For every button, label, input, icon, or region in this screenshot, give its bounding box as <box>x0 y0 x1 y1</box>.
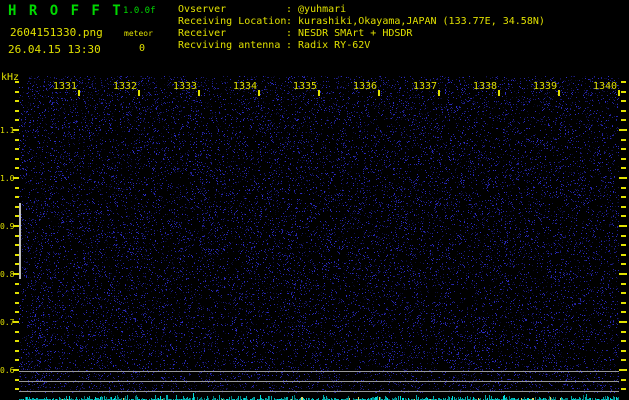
freq-minor-tick-right <box>621 263 626 265</box>
freq-minor-tick-right <box>621 388 626 390</box>
freq-minor-tick-right <box>621 340 626 342</box>
freq-tick-label: 0.6 <box>0 366 15 375</box>
freq-major-tick-right <box>619 273 627 275</box>
info-label: Receiving Location <box>178 16 287 27</box>
freq-minor-tick-right <box>621 158 626 160</box>
freq-major-tick-right <box>619 129 627 131</box>
counting-band-marker <box>19 203 21 279</box>
app-version: 1.0.0f <box>123 6 156 16</box>
output-filename: 2604151330.png <box>10 26 103 39</box>
freq-tick-label: 0.7 <box>0 318 15 327</box>
info-label: Receiver <box>178 28 227 39</box>
freq-major-tick-right <box>619 225 627 227</box>
info-value: : NESDR SMArt + HDSDR <box>286 28 413 39</box>
freq-minor-tick-right <box>621 196 626 198</box>
meteor-counter-label: meteor <box>124 29 153 38</box>
freq-minor-tick-right <box>621 359 626 361</box>
freq-minor-tick-right <box>621 100 626 102</box>
info-value: : @yuhmari <box>286 4 347 15</box>
freq-minor-tick-right <box>621 119 626 121</box>
info-row-2: Receiver : NESDR SMArt + HDSDR <box>178 28 545 40</box>
freq-minor-tick-right <box>621 148 626 150</box>
freq-minor-tick-right <box>621 350 626 352</box>
freq-minor-tick-right <box>621 110 626 112</box>
reference-line-3 <box>19 391 619 392</box>
info-label: Recviving antenna <box>178 40 281 51</box>
info-row-1: Receiving Location: kurashiki,Okayama,JA… <box>178 16 545 28</box>
spectrogram-canvas <box>19 76 619 400</box>
app-title: H R O F F T <box>8 3 123 19</box>
info-row-0: Ovserver : @yuhmari <box>178 4 545 16</box>
freq-minor-tick-right <box>621 283 626 285</box>
info-value: : Radix RY-62V <box>286 40 371 51</box>
freq-minor-tick-right <box>621 81 626 83</box>
info-value: : kurashiki,Okayama,JAPAN (133.77E, 34.5… <box>286 16 545 27</box>
info-row-3: Recviving antenna : Radix RY-62V <box>178 40 545 52</box>
observation-datetime: 26.04.15 13:30 <box>8 43 101 56</box>
freq-minor-tick-right <box>621 235 626 237</box>
frequency-unit-label: kHz <box>1 72 20 83</box>
freq-minor-tick-right <box>621 206 626 208</box>
freq-minor-tick-right <box>621 244 626 246</box>
freq-tick-label: 1.0 <box>0 174 15 183</box>
freq-tick-label: 1.1 <box>0 126 15 135</box>
freq-minor-tick-right <box>621 167 626 169</box>
freq-minor-tick-right <box>621 292 626 294</box>
hrofft-output-screen: H R O F F T 1.0.0f 2604151330.png meteor… <box>0 0 629 400</box>
reference-line-2 <box>19 381 619 382</box>
freq-minor-tick-right <box>621 331 626 333</box>
freq-tick-label: 0.9 <box>0 222 15 231</box>
observer-info-block: Ovserver : @yuhmari Receiving Location: ku… <box>178 4 545 52</box>
freq-minor-tick-right <box>621 187 626 189</box>
freq-minor-tick-right <box>621 215 626 217</box>
reference-line-1 <box>19 371 619 372</box>
freq-tick-label: 0.8 <box>0 270 15 279</box>
freq-minor-tick-right <box>621 379 626 381</box>
freq-minor-tick-right <box>621 91 626 93</box>
freq-major-tick-right <box>619 369 627 371</box>
freq-minor-tick-right <box>621 311 626 313</box>
freq-major-tick-right <box>619 177 627 179</box>
meteor-counter-value: 0 <box>139 43 146 54</box>
freq-minor-tick-right <box>621 302 626 304</box>
freq-minor-tick-right <box>621 254 626 256</box>
info-label: Ovserver <box>178 4 227 15</box>
freq-minor-tick-right <box>621 139 626 141</box>
freq-major-tick-right <box>619 321 627 323</box>
